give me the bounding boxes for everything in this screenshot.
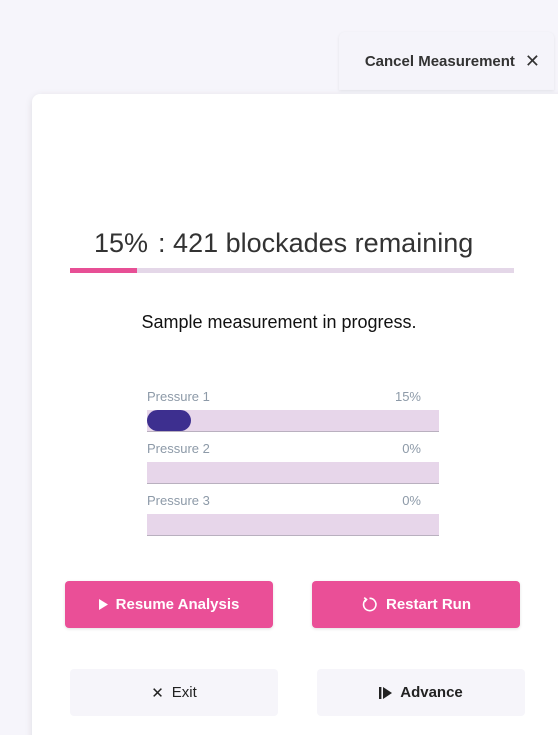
- pressure-label: Pressure 2: [147, 441, 210, 456]
- restart-icon: [361, 596, 378, 613]
- pressure-value: 0%: [402, 441, 421, 456]
- restart-run-label: Restart Run: [385, 596, 471, 613]
- pressure-bar: [147, 462, 439, 484]
- advance-button[interactable]: Advance: [317, 669, 525, 716]
- pressure-3: Pressure 3 0%: [147, 492, 439, 536]
- play-icon: [98, 599, 108, 610]
- pressure-bar: [147, 410, 439, 432]
- pressure-label: Pressure 1: [147, 389, 210, 404]
- overall-progress-fill: [70, 268, 137, 273]
- pressure-bar: [147, 514, 439, 536]
- measurement-page: Cancel Measurement ✕ 15% : 421 blockades …: [0, 0, 558, 735]
- skip-forward-icon: [379, 686, 393, 699]
- cancel-measurement-label: Cancel Measurement: [364, 52, 515, 70]
- exit-label: Exit: [171, 684, 197, 701]
- pressure-value: 0%: [402, 493, 421, 508]
- overall-progress-bar: [70, 268, 514, 273]
- pressure-value: 15%: [394, 389, 421, 404]
- progress-headline: 15% : 421 blockades remaining: [94, 228, 473, 259]
- resume-analysis-button[interactable]: Resume Analysis: [65, 581, 273, 628]
- blockades-remaining: : 421 blockades remaining: [158, 228, 474, 258]
- close-icon: ✕: [524, 51, 540, 71]
- pressure-bar-fill: [147, 410, 191, 431]
- pressure-label: Pressure 3: [147, 493, 210, 508]
- restart-run-button[interactable]: Restart Run: [312, 581, 520, 628]
- cancel-measurement-button[interactable]: Cancel Measurement ✕: [339, 32, 554, 90]
- progress-percent: 15%: [94, 228, 149, 258]
- close-icon: ✕: [151, 684, 164, 702]
- status-text: Sample measurement in progress.: [141, 312, 417, 332]
- advance-label: Advance: [400, 684, 463, 701]
- pressure-2: Pressure 2 0%: [147, 440, 439, 484]
- exit-button[interactable]: ✕ Exit: [70, 669, 278, 716]
- resume-analysis-label: Resume Analysis: [115, 596, 240, 613]
- pressure-1: Pressure 1 15%: [147, 388, 439, 432]
